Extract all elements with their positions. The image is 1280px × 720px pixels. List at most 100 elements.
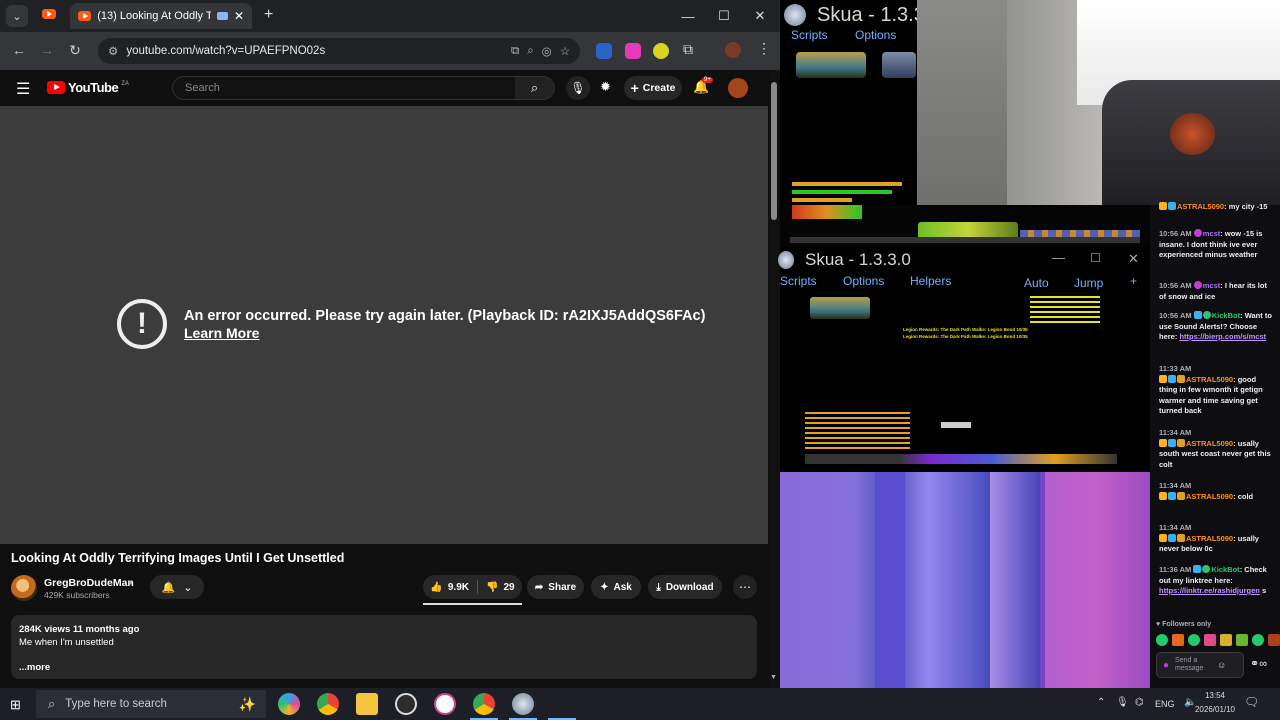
subscribed-bell-button[interactable]: 🔔 ⌄ xyxy=(150,575,204,599)
close-icon[interactable]: ✕ xyxy=(1128,251,1139,267)
tracking-eye-icon[interactable]: ◎ xyxy=(542,44,552,58)
youtube-favicon-icon xyxy=(78,11,92,21)
reload-icon[interactable]: ↻ xyxy=(61,36,89,64)
emote-icon[interactable] xyxy=(1204,634,1216,646)
chat-username[interactable]: ASTRAL5090 xyxy=(1186,375,1233,384)
description-box[interactable]: 284K views 11 months ago Me when I'm uns… xyxy=(11,615,757,679)
youtube-avatar[interactable] xyxy=(728,78,748,98)
thumbs-up-icon[interactable]: 👍 xyxy=(430,582,442,593)
chat-username[interactable]: KickBot xyxy=(1211,565,1239,574)
forward-icon[interactable]: → xyxy=(33,36,61,64)
obs-icon[interactable] xyxy=(395,693,417,715)
game-viewport[interactable]: Legion Rewards: The Dark Path Walke: Leg… xyxy=(805,292,1145,470)
scrollbar-thumb[interactable] xyxy=(771,82,777,220)
dislike-count[interactable]: 29 xyxy=(503,582,514,593)
tab-search-dropdown-icon[interactable]: ⌄ xyxy=(6,5,28,27)
address-bar[interactable]: ⚙ youtube.com/watch?v=UPAEFPNO02s ⧉ ⌕ ◎ … xyxy=(98,38,580,64)
channel-avatar[interactable] xyxy=(11,575,37,601)
emote-picker-icon[interactable]: ☺ xyxy=(1217,660,1226,670)
emote-icon[interactable] xyxy=(1236,634,1248,646)
bookmark-star-icon[interactable]: ☆ xyxy=(560,44,570,58)
menu-scripts[interactable]: Scripts xyxy=(780,274,817,288)
extension-yellow-icon[interactable] xyxy=(653,43,669,59)
install-app-icon[interactable]: ⧉ xyxy=(511,45,519,58)
menu-auto[interactable]: Auto xyxy=(1024,276,1049,290)
copilot-icon[interactable] xyxy=(278,693,300,715)
menu-scripts[interactable]: Scripts xyxy=(791,28,828,42)
skua-taskbar-icon[interactable] xyxy=(512,693,534,715)
extensions-puzzle-icon[interactable]: ⧉ xyxy=(683,41,693,58)
download-button[interactable]: ⤓ Download xyxy=(648,575,722,599)
chat-username[interactable]: mcst xyxy=(1203,281,1221,290)
emote-icon[interactable] xyxy=(1172,634,1184,646)
video-player[interactable] xyxy=(0,106,768,544)
chrome-menu-icon[interactable]: ⋮ xyxy=(757,40,771,57)
chat-username[interactable]: ASTRAL5090 xyxy=(1186,492,1233,501)
channel-name[interactable]: GregBroDudeMan xyxy=(44,577,134,589)
windows-start-icon[interactable]: ⊞ xyxy=(10,697,21,713)
youtube-search-input[interactable]: Search xyxy=(172,76,516,100)
chat-username[interactable]: ASTRAL5090 xyxy=(1186,439,1233,448)
player-hp-frame xyxy=(810,297,870,319)
chat-settings-icon[interactable]: ⚭∞ xyxy=(1250,657,1267,670)
extension-translate-icon[interactable] xyxy=(596,43,612,59)
thumbs-down-icon[interactable]: 👎 xyxy=(486,582,498,593)
network-icon[interactable]: ⌬ xyxy=(1135,697,1144,708)
notification-center-icon[interactable]: 🗨 xyxy=(1244,695,1259,709)
taskbar-search-input[interactable]: ⌕ Type here to search ✨ xyxy=(36,690,266,718)
profile-avatar[interactable] xyxy=(725,42,741,58)
emote-icon[interactable] xyxy=(1268,634,1280,646)
back-icon[interactable]: ← xyxy=(5,36,33,64)
menu-helpers[interactable]: Helpers xyxy=(910,274,951,288)
scroll-down-icon[interactable]: ▼ xyxy=(770,674,777,681)
emote-icon[interactable] xyxy=(1252,634,1264,646)
tab-active[interactable]: (13) Looking At Oddly Terrifyi ✕ xyxy=(70,3,252,29)
minimize-icon[interactable]: — xyxy=(670,0,706,32)
chat-username[interactable]: ASTRAL5090 xyxy=(1186,534,1233,543)
file-explorer-icon[interactable] xyxy=(356,693,378,715)
chat-link[interactable]: https://linktr.ee/rashidjurgen xyxy=(1159,586,1260,595)
emote-icon[interactable] xyxy=(1188,634,1200,646)
microphone-icon[interactable]: 🎙 xyxy=(1116,697,1129,708)
zoom-icon[interactable]: ⌕ xyxy=(527,45,533,58)
maximize-icon[interactable]: ☐ xyxy=(706,0,742,32)
menu-jump[interactable]: Jump xyxy=(1074,276,1103,290)
menu-add[interactable]: + xyxy=(1130,274,1137,288)
youtube-logo[interactable]: YouTube ZA xyxy=(47,80,129,95)
emote-icon[interactable] xyxy=(1220,634,1232,646)
site-info-icon[interactable]: ⚙ xyxy=(108,44,118,58)
show-more-link[interactable]: ...more xyxy=(19,662,50,673)
chat-timestamp: 11:34 AM xyxy=(1159,481,1192,490)
tray-overflow-icon[interactable]: ⌃ xyxy=(1097,697,1105,708)
clock-date[interactable]: 2026/01/10 xyxy=(1194,705,1236,714)
snipping-tool-icon[interactable] xyxy=(434,693,456,715)
share-button[interactable]: ➦ Share xyxy=(527,575,584,599)
minimize-icon[interactable]: — xyxy=(1052,250,1065,265)
menu-options[interactable]: Options xyxy=(855,28,896,42)
emote-icon[interactable] xyxy=(1156,634,1168,646)
extension-pink-icon[interactable] xyxy=(625,43,641,59)
new-tab-icon[interactable]: + xyxy=(264,6,273,24)
voice-search-icon[interactable]: 🎙 xyxy=(566,76,590,100)
close-window-icon[interactable]: ✕ xyxy=(742,0,778,32)
youtube-search-icon[interactable]: ⌕ xyxy=(515,76,555,100)
menu-options[interactable]: Options xyxy=(843,274,884,288)
hamburger-menu-icon[interactable]: ☰ xyxy=(16,79,30,99)
chrome-active-icon[interactable] xyxy=(473,693,495,715)
ask-button[interactable]: ✦ Ask xyxy=(591,575,641,599)
more-actions-icon[interactable]: ⋯ xyxy=(733,575,757,599)
chat-input[interactable]: ● Send a message ☺ xyxy=(1156,652,1244,678)
extension-gear-icon[interactable]: ✹ xyxy=(600,79,611,95)
chrome-icon[interactable] xyxy=(317,693,339,715)
create-button[interactable]: + Create xyxy=(624,76,682,100)
chat-link[interactable]: https://bierp.com/s/mcst xyxy=(1179,332,1266,341)
chat-username[interactable]: KickBot xyxy=(1212,311,1240,320)
like-count[interactable]: 9.9K xyxy=(448,582,469,593)
clock-time[interactable]: 13:54 xyxy=(1194,691,1236,700)
inactive-tab[interactable] xyxy=(42,9,56,19)
chat-username[interactable]: mcst xyxy=(1203,229,1221,238)
language-indicator[interactable]: ENG xyxy=(1155,699,1175,709)
maximize-icon[interactable]: ☐ xyxy=(1090,251,1101,265)
close-tab-icon[interactable]: ✕ xyxy=(234,9,244,23)
learn-more-link[interactable]: Learn More xyxy=(184,325,259,341)
